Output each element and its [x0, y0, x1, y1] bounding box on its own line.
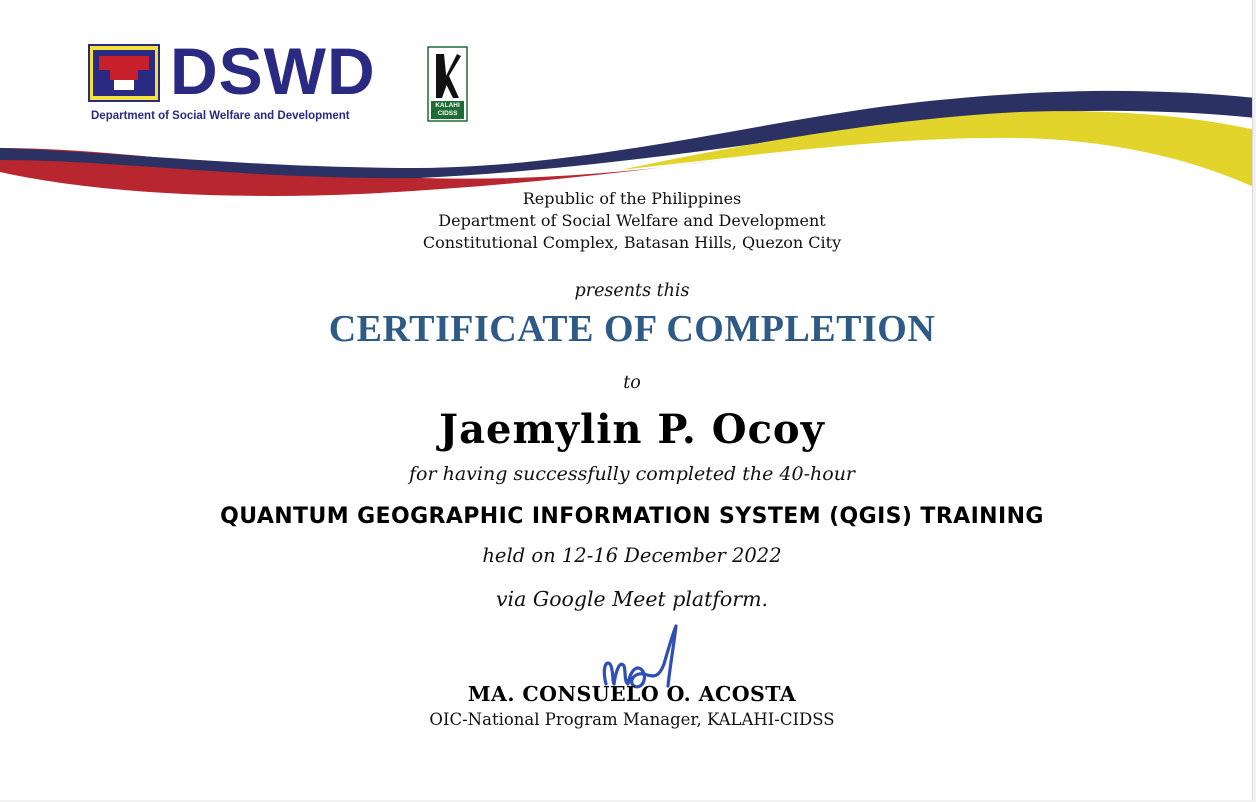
dswd-logo: DSWD Department of Social Welfare and De… — [88, 38, 388, 126]
presents-text: presents this — [574, 281, 690, 301]
dswd-logo-subtitle: Department of Social Welfare and Develop… — [91, 110, 350, 122]
recipient-name: Jaemylin P. Ocoy — [439, 406, 825, 453]
wave-yellow-stripe — [620, 111, 1252, 187]
kalahi-cidss-logo: KALAHI CIDSS — [427, 46, 468, 126]
certificate-title: CERTIFICATE OF COMPLETION — [328, 308, 936, 350]
header-line-republic: Republic of the Philippines — [522, 189, 742, 208]
kalahi-logo-text: KALAHI CIDSS — [435, 102, 460, 117]
completion-statement: for having successfully completed the 40… — [408, 463, 856, 485]
header-line-address: Constitutional Complex, Batasan Hills, Q… — [422, 233, 842, 252]
signatory-name: MA. CONSUELO O. ACOSTA — [467, 682, 797, 706]
signatory-position: OIC-National Program Manager, KALAHI-CID… — [429, 710, 835, 729]
certificate-page: DSWD Department of Social Welfare and De… — [0, 0, 1253, 800]
training-date: held on 12-16 December 2022 — [482, 544, 782, 567]
training-platform: via Google Meet platform. — [495, 587, 769, 611]
header-line-department: Department of Social Welfare and Develop… — [438, 211, 826, 230]
dswd-logo-wordmark: DSWD — [170, 34, 376, 108]
dswd-emblem-icon — [88, 44, 160, 102]
to-text: to — [623, 373, 641, 393]
course-title: QUANTUM GEOGRAPHIC INFORMATION SYSTEM (Q… — [220, 504, 1044, 529]
